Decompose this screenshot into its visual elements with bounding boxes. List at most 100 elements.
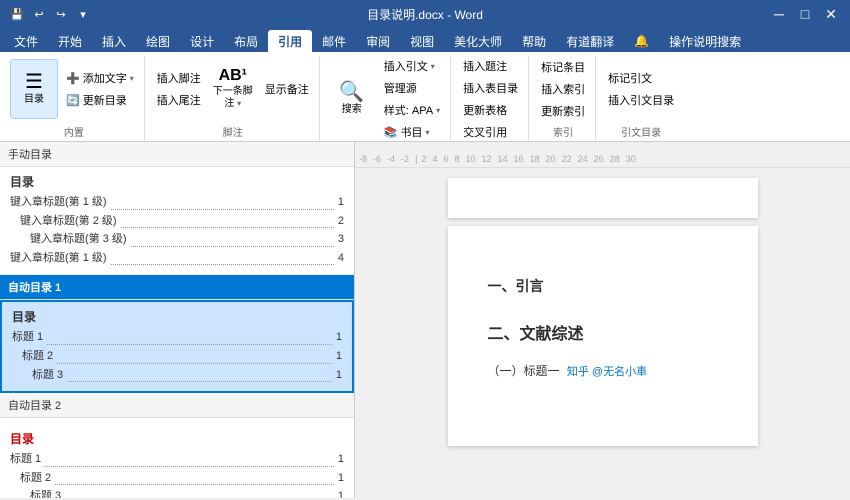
tab-help[interactable]: 帮助 xyxy=(512,30,556,52)
mark-citation-btn[interactable]: 标记引文 xyxy=(604,68,678,88)
tab-view[interactable]: 视图 xyxy=(400,30,444,52)
auto2-toc-preview: 标题 1 1 标题 2 1 标题 3 1 xyxy=(10,451,344,498)
caption-col: 插入题注 插入表目录 更新表格 交叉引用 xyxy=(459,56,522,142)
doc-heading-1: 一、引言 xyxy=(488,276,718,296)
tab-layout[interactable]: 布局 xyxy=(224,30,268,52)
document-page-2[interactable]: 一、引言 二、文献综述 （一）标题一 知乎 @无名小車 xyxy=(448,226,758,446)
toc-btn[interactable]: ☰ 目录 xyxy=(10,59,58,119)
window-controls: ─ □ ✕ xyxy=(768,3,842,25)
group-toc: ☰ 目录 ➕ 添加文字 ▾ 🔄 更新目录 内置 xyxy=(4,56,145,141)
update-index-btn[interactable]: 更新索引 xyxy=(537,101,589,121)
show-notes-btn[interactable]: 显示备注 xyxy=(261,79,313,99)
tab-insert[interactable]: 插入 xyxy=(92,30,136,52)
insert-citation-btn[interactable]: 插入引文 ▾ xyxy=(380,56,444,76)
main-area: 手动目录 目录 键入章标题(第 1 级) 1 键入章标题(第 2 级) 2 键入… xyxy=(0,142,850,498)
citation-col: 插入引文 ▾ 管理源 样式: APA ▾ 📚 书目 ▾ xyxy=(380,56,444,142)
auto2-dots-3 xyxy=(65,488,334,498)
bibliography-btn[interactable]: 📚 书目 ▾ xyxy=(380,122,444,142)
toc-entry-3: 键入章标题(第 3 级) 3 xyxy=(10,231,344,249)
document-page-1 xyxy=(448,178,758,218)
ruler: -8 -6 -4 -2 | 2 4 6 8 10 12 14 16 18 20 … xyxy=(355,150,850,168)
next-footnote-btn[interactable]: AB¹ 下一条脚注 ▾ xyxy=(209,59,257,119)
tab-draw[interactable]: 绘图 xyxy=(136,30,180,52)
tab-references[interactable]: 引用 xyxy=(268,30,312,52)
footnote-col: 插入脚注 插入尾注 xyxy=(153,68,205,110)
group-citation-toc-label: 引文目录 xyxy=(621,122,661,141)
insert-citation-toc-btn[interactable]: 插入引文目录 xyxy=(604,90,678,110)
tab-design[interactable]: 设计 xyxy=(180,30,224,52)
group-index: 标记条目 插入索引 更新索引 索引 xyxy=(531,56,596,141)
group-caption: 插入题注 插入表目录 更新表格 交叉引用 题注 xyxy=(453,56,529,141)
manual-toc-item[interactable]: 目录 键入章标题(第 1 级) 1 键入章标题(第 2 级) 2 键入章标题(第… xyxy=(0,167,354,275)
auto2-entry-3-num: 1 xyxy=(338,488,344,498)
save-quick-btn[interactable]: 💾 xyxy=(8,5,26,23)
redo-btn[interactable]: ↪ xyxy=(52,5,70,23)
tab-beautify[interactable]: 美化大师 xyxy=(444,30,512,52)
cross-ref-btn[interactable]: 交叉引用 xyxy=(459,122,522,142)
style-btn[interactable]: 样式: APA ▾ xyxy=(380,100,444,120)
next-footnote-label: 下一条脚注 ▾ xyxy=(213,86,253,110)
group-citation-toc-content: 标记引文 插入引文目录 xyxy=(604,56,678,122)
group-toc-content: ☰ 目录 ➕ 添加文字 ▾ 🔄 更新目录 xyxy=(10,56,138,122)
search-btn[interactable]: 🔍 搜索 xyxy=(328,69,376,129)
toc-col: ➕ 添加文字 ▾ 🔄 更新目录 xyxy=(62,68,138,110)
toc-entry-3-text: 键入章标题(第 3 级) xyxy=(30,231,127,249)
index-col: 标记条目 插入索引 更新索引 xyxy=(537,57,589,121)
auto2-entry-2-text: 标题 2 xyxy=(20,470,51,488)
toc-entry-4-text: 键入章标题(第 1 级) xyxy=(10,250,107,268)
insert-table-fig-btn[interactable]: 插入表目录 xyxy=(459,78,522,98)
group-footnote: 插入脚注 插入尾注 AB¹ 下一条脚注 ▾ 显示备注 脚注 xyxy=(147,56,320,141)
update-toc-btn[interactable]: 🔄 更新目录 xyxy=(62,90,138,110)
group-index-content: 标记条目 插入索引 更新索引 xyxy=(537,56,589,122)
toc-dropdown-panel: 手动目录 目录 键入章标题(第 1 级) 1 键入章标题(第 2 级) 2 键入… xyxy=(0,142,355,498)
tab-file[interactable]: 文件 xyxy=(4,30,48,52)
tab-youdao[interactable]: 有道翻译 xyxy=(556,30,624,52)
tab-mail[interactable]: 邮件 xyxy=(312,30,356,52)
mark-entry-btn[interactable]: 标记条目 xyxy=(537,57,589,77)
spacer3 xyxy=(488,352,718,362)
insert-endnote-btn[interactable]: 插入尾注 xyxy=(153,90,205,110)
tab-search[interactable]: 操作说明搜索 xyxy=(659,30,751,52)
insert-footnote-btn[interactable]: 插入脚注 xyxy=(153,68,205,88)
tab-home[interactable]: 开始 xyxy=(48,30,92,52)
toc-entry-1-num: 1 xyxy=(338,194,344,212)
auto1-entry-2: 标题 2 1 xyxy=(12,348,342,366)
window-title: 目录说明.docx - Word xyxy=(367,6,483,23)
auto1-toc-preview: 标题 1 1 标题 2 1 标题 3 1 xyxy=(12,329,342,384)
sub-heading-text: （一）标题一 xyxy=(488,364,560,378)
title-bar: 💾 ↩ ↪ ▾ 目录说明.docx - Word ─ □ ✕ xyxy=(0,0,850,28)
group-footnote-label: 脚注 xyxy=(223,122,243,141)
auto1-toc-item[interactable]: 目录 标题 1 1 标题 2 1 标题 3 1 xyxy=(0,300,354,393)
watermark-text: 知乎 @无名小車 xyxy=(567,366,647,378)
auto2-toc-header: 自动目录 2 xyxy=(0,393,354,418)
auto1-entry-2-text: 标题 2 xyxy=(22,348,53,366)
tab-notify[interactable]: 🔔 xyxy=(624,30,659,52)
auto2-toc-item[interactable]: 目录 标题 1 1 标题 2 1 标题 3 1 xyxy=(0,424,354,498)
customize-btn[interactable]: ▾ xyxy=(74,5,92,23)
ribbon-tabs: 文件 开始 插入 绘图 设计 布局 引用 邮件 审阅 视图 美化大师 帮助 有道… xyxy=(0,28,850,52)
toc-label: 目录 xyxy=(24,94,44,106)
auto2-dots-2 xyxy=(55,470,334,486)
close-btn[interactable]: ✕ xyxy=(820,3,842,25)
manage-source-btn[interactable]: 管理源 xyxy=(380,78,444,98)
insert-index-btn[interactable]: 插入索引 xyxy=(537,79,589,99)
auto2-entry-1-text: 标题 1 xyxy=(10,451,41,469)
update-table-btn[interactable]: 更新表格 xyxy=(459,100,522,120)
auto1-entry-1-num: 1 xyxy=(336,329,342,347)
tab-review[interactable]: 审阅 xyxy=(356,30,400,52)
auto1-entry-3-num: 1 xyxy=(336,367,342,385)
toc-entry-2-text: 键入章标题(第 2 级) xyxy=(20,213,117,231)
toc-entry-2-num: 2 xyxy=(338,213,344,231)
group-caption-content: 插入题注 插入表目录 更新表格 交叉引用 xyxy=(459,56,522,142)
document-area: -8 -6 -4 -2 | 2 4 6 8 10 12 14 16 18 20 … xyxy=(355,142,850,498)
auto1-entry-2-num: 1 xyxy=(336,348,342,366)
maximize-btn[interactable]: □ xyxy=(794,3,816,25)
group-footnote-content: 插入脚注 插入尾注 AB¹ 下一条脚注 ▾ 显示备注 xyxy=(153,56,313,122)
insert-caption-btn[interactable]: 插入题注 xyxy=(459,56,522,76)
manual-toc-title: 目录 xyxy=(10,173,344,190)
add-text-btn[interactable]: ➕ 添加文字 ▾ xyxy=(62,68,138,88)
group-toc-label: 内置 xyxy=(64,122,84,141)
auto1-entry-1-text: 标题 1 xyxy=(12,329,43,347)
minimize-btn[interactable]: ─ xyxy=(768,3,790,25)
undo-btn[interactable]: ↩ xyxy=(30,5,48,23)
